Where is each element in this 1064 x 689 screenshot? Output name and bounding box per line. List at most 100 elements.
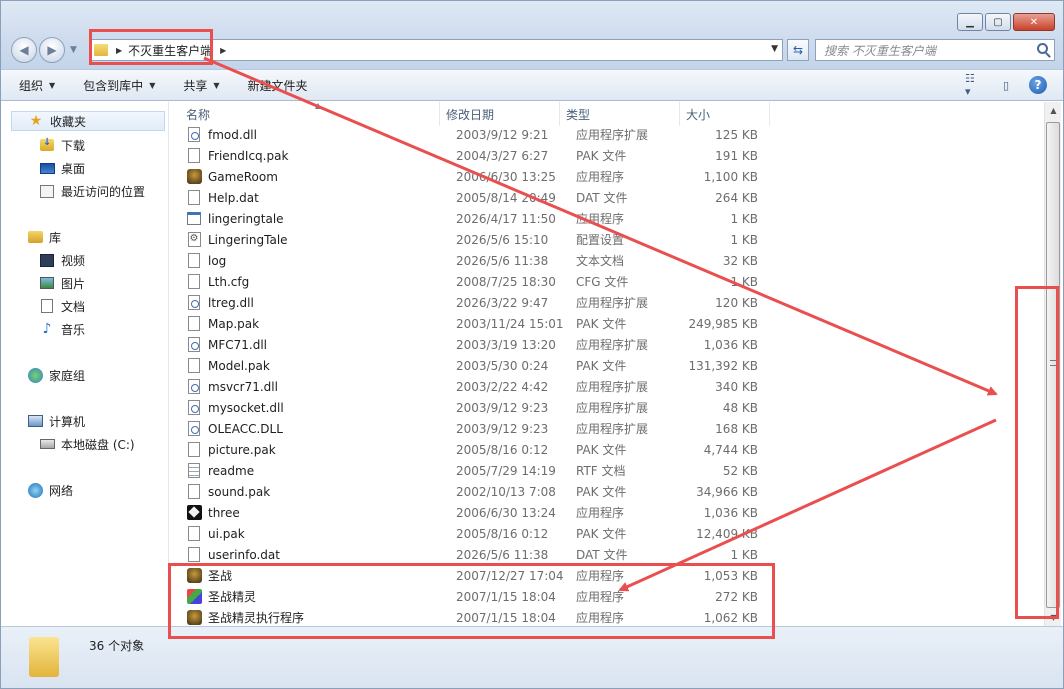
sidebar-item-videos[interactable]: 视频 xyxy=(39,250,85,270)
scrollbar-thumb[interactable] xyxy=(1046,122,1060,608)
file-row[interactable]: Model.pak 2003/5/30 0:24 PAK 文件 131,392 KB xyxy=(180,355,780,376)
file-row[interactable]: fmod.dll 2003/9/12 9:21 应用程序扩展 125 KB xyxy=(180,124,780,145)
file-name: ui.pak xyxy=(208,526,245,541)
column-header-date[interactable]: 修改日期 xyxy=(440,102,560,126)
sidebar-item-favorites[interactable]: ★ 收藏夹 xyxy=(11,111,165,131)
dll-file-icon xyxy=(186,379,202,395)
chevron-down-icon: ▼ xyxy=(149,80,156,90)
command-bar: 组织 ▼ 包含到库中 ▼ 共享 ▼ 新建文件夹 ☷ ▾ ▯ ? xyxy=(1,69,1063,101)
file-date: 2006/6/30 13:24 xyxy=(456,505,556,520)
sidebar-item-pictures[interactable]: 图片 xyxy=(39,273,85,293)
sidebar-item-downloads[interactable]: 下载 xyxy=(39,135,85,155)
recent-pages-dropdown[interactable]: ▼ xyxy=(70,45,77,55)
file-type: 应用程序 xyxy=(576,506,625,520)
file-date: 2005/8/16 0:12 xyxy=(456,442,549,457)
file-row[interactable]: 圣战 2007/12/27 17:04 应用程序 1,053 KB xyxy=(180,565,780,586)
file-type: 应用程序扩展 xyxy=(576,380,649,394)
sidebar-item-computer[interactable]: 计算机 xyxy=(27,411,85,431)
file-row[interactable]: readme 2005/7/29 14:19 RTF 文档 52 KB xyxy=(180,460,780,481)
explorer-window: ▁ ▢ ✕ ◀ ▶ ▼ ▶ 不灭重生客户端 ▶ ▼ ⇆ 搜索 不灭重生客户端 组… xyxy=(0,0,1064,689)
file-row[interactable]: sound.pak 2002/10/13 7:08 PAK 文件 34,966 KB xyxy=(180,481,780,502)
file-name: OLEACC.DLL xyxy=(208,421,283,436)
file-size: 34,966 KB xyxy=(696,484,758,499)
file-size: 32 KB xyxy=(722,253,758,268)
view-options-icon[interactable]: ☷ ▾ xyxy=(965,72,983,98)
share-menu[interactable]: 共享 ▼ xyxy=(183,77,219,94)
file-type: 应用程序 xyxy=(576,590,625,604)
sidebar-item-local-disk[interactable]: 本地磁盘 (C:) xyxy=(39,434,135,454)
title-bar: ▁ ▢ ✕ ◀ ▶ ▼ ▶ 不灭重生客户端 ▶ ▼ ⇆ 搜索 不灭重生客户端 xyxy=(1,1,1063,69)
file-row[interactable]: userinfo.dat 2026/5/6 11:38 DAT 文件 1 KB xyxy=(180,544,780,565)
pictures-icon xyxy=(39,275,55,291)
sidebar-item-documents[interactable]: 文档 xyxy=(39,296,85,316)
file-size: 1 KB xyxy=(730,211,758,226)
new-folder-button[interactable]: 新建文件夹 xyxy=(248,77,308,94)
file-row[interactable]: OLEACC.DLL 2003/9/12 9:23 应用程序扩展 168 KB xyxy=(180,418,780,439)
file-row[interactable]: MFC71.dll 2003/3/19 13:20 应用程序扩展 1,036 KB xyxy=(180,334,780,355)
sidebar-item-homegroup[interactable]: 家庭组 xyxy=(27,365,85,385)
sidebar-item-music[interactable]: ♪ 音乐 xyxy=(39,319,85,339)
file-row[interactable]: 圣战精灵执行程序 2007/1/15 18:04 应用程序 1,062 KB xyxy=(180,607,780,626)
txt-file-icon xyxy=(186,463,202,479)
file-name: log xyxy=(208,253,227,268)
file-type: PAK 文件 xyxy=(576,527,627,541)
file-row[interactable]: log 2026/5/6 11:38 文本文档 32 KB xyxy=(180,250,780,271)
file-row[interactable]: 圣战精灵 2007/1/15 18:04 应用程序 272 KB xyxy=(180,586,780,607)
breadcrumb-arrow-icon[interactable]: ▶ xyxy=(220,46,226,55)
file-row[interactable]: FriendIcq.pak 2004/3/27 6:27 PAK 文件 191 KB xyxy=(180,145,780,166)
file-file-icon xyxy=(186,274,202,290)
app-file-icon xyxy=(186,211,202,227)
vertical-scrollbar[interactable]: ▲ ▼ xyxy=(1044,102,1061,626)
file-row[interactable]: ui.pak 2005/8/16 0:12 PAK 文件 12,409 KB xyxy=(180,523,780,544)
sidebar-item-recent[interactable]: 最近访问的位置 xyxy=(39,181,145,201)
file-row[interactable]: lingeringtale 2026/4/17 11:50 应用程序 1 KB xyxy=(180,208,780,229)
breadcrumb-arrow-icon[interactable]: ▶ xyxy=(116,46,122,55)
sidebar-item-desktop[interactable]: 桌面 xyxy=(39,158,85,178)
column-header-size[interactable]: 大小 xyxy=(680,102,770,126)
close-button[interactable]: ✕ xyxy=(1013,13,1055,31)
scroll-down-arrow-icon[interactable]: ▼ xyxy=(1045,609,1062,626)
maximize-button[interactable]: ▢ xyxy=(985,13,1011,31)
column-header-name[interactable]: 名称 ▲ xyxy=(180,102,440,126)
back-button[interactable]: ◀ xyxy=(11,37,37,63)
file-name: Lth.cfg xyxy=(208,274,250,289)
file-name: Model.pak xyxy=(208,358,270,373)
file-row[interactable]: Help.dat 2005/8/14 20:49 DAT 文件 264 KB xyxy=(180,187,780,208)
sidebar-item-libraries[interactable]: 库 xyxy=(27,227,61,247)
file-date: 2003/9/12 9:23 xyxy=(456,400,549,415)
include-library-menu[interactable]: 包含到库中 ▼ xyxy=(83,77,155,94)
file-row[interactable]: GameRoom 2006/6/30 13:25 应用程序 1,100 KB xyxy=(180,166,780,187)
address-history-dropdown[interactable]: ▼ xyxy=(771,44,778,54)
search-input[interactable]: 搜索 不灭重生客户端 xyxy=(815,39,1055,61)
file-row[interactable]: three 2006/6/30 13:24 应用程序 1,036 KB xyxy=(180,502,780,523)
search-icon[interactable] xyxy=(1037,43,1048,54)
sidebar-item-label: 下载 xyxy=(61,138,86,153)
column-label: 名称 xyxy=(186,107,211,122)
preview-pane-icon[interactable]: ▯ xyxy=(997,76,1015,94)
organize-menu[interactable]: 组织 ▼ xyxy=(19,77,55,94)
minimize-button[interactable]: ▁ xyxy=(957,13,983,31)
breadcrumb-current[interactable]: 不灭重生客户端 xyxy=(128,42,212,59)
file-row[interactable]: LingeringTale 2026/5/6 15:10 配置设置 1 KB xyxy=(180,229,780,250)
cfg-file-icon xyxy=(186,232,202,248)
file-date: 2005/8/16 0:12 xyxy=(456,526,549,541)
file-row[interactable]: Map.pak 2003/11/24 15:01 PAK 文件 249,985 KB xyxy=(180,313,780,334)
scroll-up-arrow-icon[interactable]: ▲ xyxy=(1045,102,1062,119)
file-size: 1 KB xyxy=(730,274,758,289)
help-icon[interactable]: ? xyxy=(1029,76,1047,94)
file-row[interactable]: Lth.cfg 2008/7/25 18:30 CFG 文件 1 KB xyxy=(180,271,780,292)
music-icon: ♪ xyxy=(42,321,52,337)
item-count: 36 个对象 xyxy=(89,639,145,653)
sidebar-item-network[interactable]: 网络 xyxy=(27,480,73,500)
column-label: 类型 xyxy=(566,107,591,122)
file-type: PAK 文件 xyxy=(576,359,627,373)
forward-button[interactable]: ▶ xyxy=(39,37,65,63)
refresh-button[interactable]: ⇆ xyxy=(787,39,809,61)
address-bar[interactable]: ▶ 不灭重生客户端 ▶ ▼ xyxy=(89,39,783,61)
file-row[interactable]: msvcr71.dll 2003/2/22 4:42 应用程序扩展 340 KB xyxy=(180,376,780,397)
file-row[interactable]: picture.pak 2005/8/16 0:12 PAK 文件 4,744 KB xyxy=(180,439,780,460)
file-row[interactable]: mysocket.dll 2003/9/12 9:23 应用程序扩展 48 KB xyxy=(180,397,780,418)
file-row[interactable]: ltreg.dll 2026/3/22 9:47 应用程序扩展 120 KB xyxy=(180,292,780,313)
sidebar-item-label: 网络 xyxy=(49,483,74,498)
column-header-type[interactable]: 类型 xyxy=(560,102,680,126)
